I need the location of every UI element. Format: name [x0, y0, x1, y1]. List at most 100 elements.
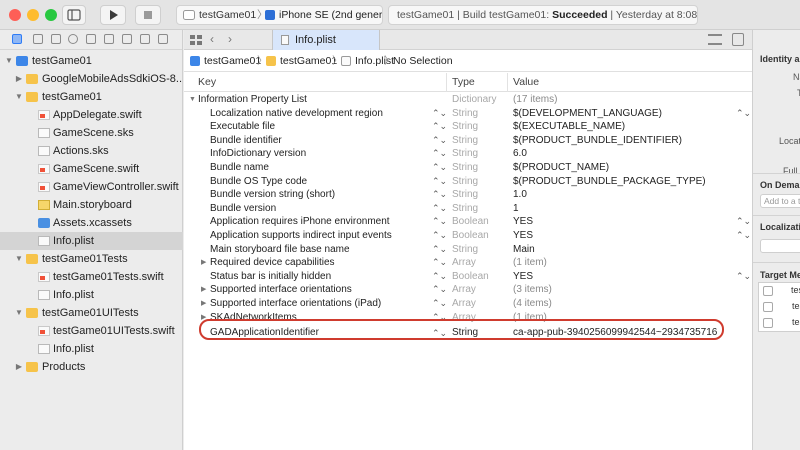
type-stepper-icon[interactable]: ⌃⌄ — [432, 134, 447, 148]
report-navigator-tab-icon[interactable] — [158, 34, 168, 44]
tree-item-file[interactable]: Actions.sks — [0, 142, 183, 160]
plist-value[interactable]: $(DEVELOPMENT_LANGUAGE) — [513, 107, 662, 121]
plist-key[interactable]: Bundle version — [210, 202, 276, 216]
plist-key[interactable]: Application supports indirect input even… — [210, 229, 392, 243]
tree-item-file[interactable]: testGame01UITests.swift — [0, 322, 183, 340]
tree-item-folder[interactable]: ▼ testGame01 — [0, 88, 183, 106]
plist-row-gad-identifier[interactable]: GADApplicationIdentifier ⌃⌄ String ca-ap… — [184, 324, 752, 342]
plist-value[interactable]: 1 — [513, 202, 519, 216]
tree-item-file[interactable]: GameViewController.swift — [0, 178, 183, 196]
related-items-icon[interactable] — [190, 35, 202, 45]
plist-row[interactable]: ▶ Supported interface orientations (iPad… — [184, 297, 752, 311]
type-stepper-icon[interactable]: ⌃⌄ — [432, 243, 447, 257]
plist-value[interactable]: $(PRODUCT_BUNDLE_IDENTIFIER) — [513, 134, 682, 148]
type-stepper-icon[interactable]: ⌃⌄ — [432, 107, 447, 121]
type-stepper-icon[interactable]: ⌃⌄ — [432, 229, 447, 243]
plist-value[interactable]: Main — [513, 243, 535, 257]
disclosure-closed-icon[interactable]: ▶ — [14, 358, 24, 376]
plist-key[interactable]: InfoDictionary version — [210, 147, 306, 161]
disclosure-closed-icon[interactable]: ▶ — [201, 297, 206, 311]
jumpbar-selection[interactable]: No Selection — [393, 50, 453, 72]
plist-value[interactable]: YES — [513, 229, 533, 243]
minimize-window-button[interactable] — [27, 9, 39, 21]
plist-value[interactable]: YES — [513, 270, 533, 284]
tree-item-file[interactable]: GameScene.sks — [0, 124, 183, 142]
symbol-navigator-tab-icon[interactable] — [51, 34, 61, 44]
on-demand-tags-field[interactable]: Add to a t — [760, 194, 800, 208]
localize-button[interactable] — [760, 239, 800, 253]
plist-row[interactable]: Bundle name ⌃⌄ String $(PRODUCT_NAME) — [184, 161, 752, 175]
plist-row[interactable]: Main storyboard file base name ⌃⌄ String… — [184, 243, 752, 257]
plist-key[interactable]: Executable file — [210, 120, 275, 134]
stop-button[interactable] — [135, 5, 161, 25]
type-stepper-icon[interactable]: ⌃⌄ — [432, 270, 447, 284]
type-stepper-icon[interactable]: ⌃⌄ — [432, 120, 447, 134]
debug-navigator-tab-icon[interactable] — [122, 34, 132, 44]
plist-key[interactable]: SKAdNetworkItems — [210, 311, 297, 325]
plist-row[interactable]: Localization native development region ⌃… — [184, 107, 752, 121]
plist-key[interactable]: Required device capabilities — [210, 256, 335, 270]
type-stepper-icon[interactable]: ⌃⌄ — [432, 147, 447, 161]
plist-key[interactable]: Bundle identifier — [210, 134, 282, 148]
value-stepper-icon[interactable]: ⌃⌄ — [736, 270, 751, 284]
jumpbar-folder[interactable]: testGame01 — [280, 50, 337, 72]
source-control-tab-icon[interactable] — [33, 34, 43, 44]
plist-row[interactable]: Bundle version ⌃⌄ String 1 — [184, 202, 752, 216]
plist-value[interactable]: YES — [513, 215, 533, 229]
plist-row[interactable]: ▶ Required device capabilities ⌃⌄ Array … — [184, 256, 752, 270]
tree-item-folder[interactable]: ▶ Products — [0, 358, 183, 376]
type-stepper-icon[interactable]: ⌃⌄ — [432, 324, 447, 342]
zoom-window-button[interactable] — [45, 9, 57, 21]
plist-key[interactable]: Bundle OS Type code — [210, 175, 307, 189]
tree-item-folder[interactable]: ▶ GoogleMobileAdsSdkiOS-8... — [0, 70, 183, 88]
plist-row[interactable]: ▶ SKAdNetworkItems ⌃⌄ Array (1 item) — [184, 311, 752, 325]
plist-key[interactable]: Main storyboard file base name — [210, 243, 350, 257]
plist-value[interactable]: $(PRODUCT_BUNDLE_PACKAGE_TYPE) — [513, 175, 706, 189]
plist-row[interactable]: Bundle OS Type code ⌃⌄ String $(PRODUCT_… — [184, 175, 752, 189]
plist-key[interactable]: GADApplicationIdentifier — [210, 324, 319, 342]
target-checkbox[interactable] — [763, 286, 773, 296]
plist-value[interactable]: 6.0 — [513, 147, 527, 161]
tree-item-file[interactable]: Info.plist — [0, 286, 183, 304]
disclosure-open-icon[interactable]: ▼ — [14, 304, 24, 322]
editor-options-icon[interactable] — [708, 34, 722, 45]
navigate-forward-icon[interactable]: › — [228, 32, 232, 46]
tree-item-file[interactable]: GameScene.swift — [0, 160, 183, 178]
plist-row[interactable]: Application supports indirect input even… — [184, 229, 752, 243]
type-stepper-icon[interactable]: ⌃⌄ — [432, 256, 447, 270]
plist-row[interactable]: Bundle version string (short) ⌃⌄ String … — [184, 188, 752, 202]
plist-row[interactable]: Application requires iPhone environment … — [184, 215, 752, 229]
add-editor-icon[interactable] — [732, 33, 744, 46]
type-stepper-icon[interactable]: ⌃⌄ — [432, 175, 447, 189]
plist-row-root[interactable]: ▼ Information Property List Dictionary (… — [184, 93, 752, 107]
breakpoint-navigator-tab-icon[interactable] — [140, 34, 150, 44]
target-checkbox[interactable] — [763, 318, 773, 328]
value-stepper-icon[interactable]: ⌃⌄ — [736, 229, 751, 243]
disclosure-open-icon[interactable]: ▼ — [14, 88, 24, 106]
tree-item-file[interactable]: testGame01Tests.swift — [0, 268, 183, 286]
type-stepper-icon[interactable]: ⌃⌄ — [432, 161, 447, 175]
close-window-button[interactable] — [9, 9, 21, 21]
disclosure-closed-icon[interactable]: ▶ — [201, 283, 206, 297]
target-checkbox[interactable] — [763, 302, 773, 312]
disclosure-open-icon[interactable]: ▼ — [189, 93, 196, 107]
plist-row[interactable]: Executable file ⌃⌄ String $(EXECUTABLE_N… — [184, 120, 752, 134]
disclosure-closed-icon[interactable]: ▶ — [14, 70, 24, 88]
value-stepper-icon[interactable]: ⌃⌄ — [736, 107, 751, 121]
disclosure-closed-icon[interactable]: ▶ — [201, 311, 206, 325]
plist-row[interactable]: Bundle identifier ⌃⌄ String $(PRODUCT_BU… — [184, 134, 752, 148]
type-stepper-icon[interactable]: ⌃⌄ — [432, 297, 447, 311]
disclosure-open-icon[interactable]: ▼ — [4, 52, 14, 70]
disclosure-open-icon[interactable]: ▼ — [14, 250, 24, 268]
type-stepper-icon[interactable]: ⌃⌄ — [432, 215, 447, 229]
find-navigator-tab-icon[interactable] — [68, 34, 78, 44]
plist-value[interactable]: $(EXECUTABLE_NAME) — [513, 120, 625, 134]
plist-key[interactable]: Bundle name — [210, 161, 269, 175]
column-header-key[interactable]: Key — [198, 73, 216, 92]
column-divider[interactable] — [507, 73, 508, 92]
tree-item-file[interactable]: Info.plist — [0, 340, 183, 358]
plist-value[interactable]: ca-app-pub-3940256099942544~2934735716 — [513, 324, 717, 342]
issue-navigator-tab-icon[interactable] — [86, 34, 96, 44]
column-header-type[interactable]: Type — [452, 73, 475, 92]
type-stepper-icon[interactable]: ⌃⌄ — [432, 188, 447, 202]
